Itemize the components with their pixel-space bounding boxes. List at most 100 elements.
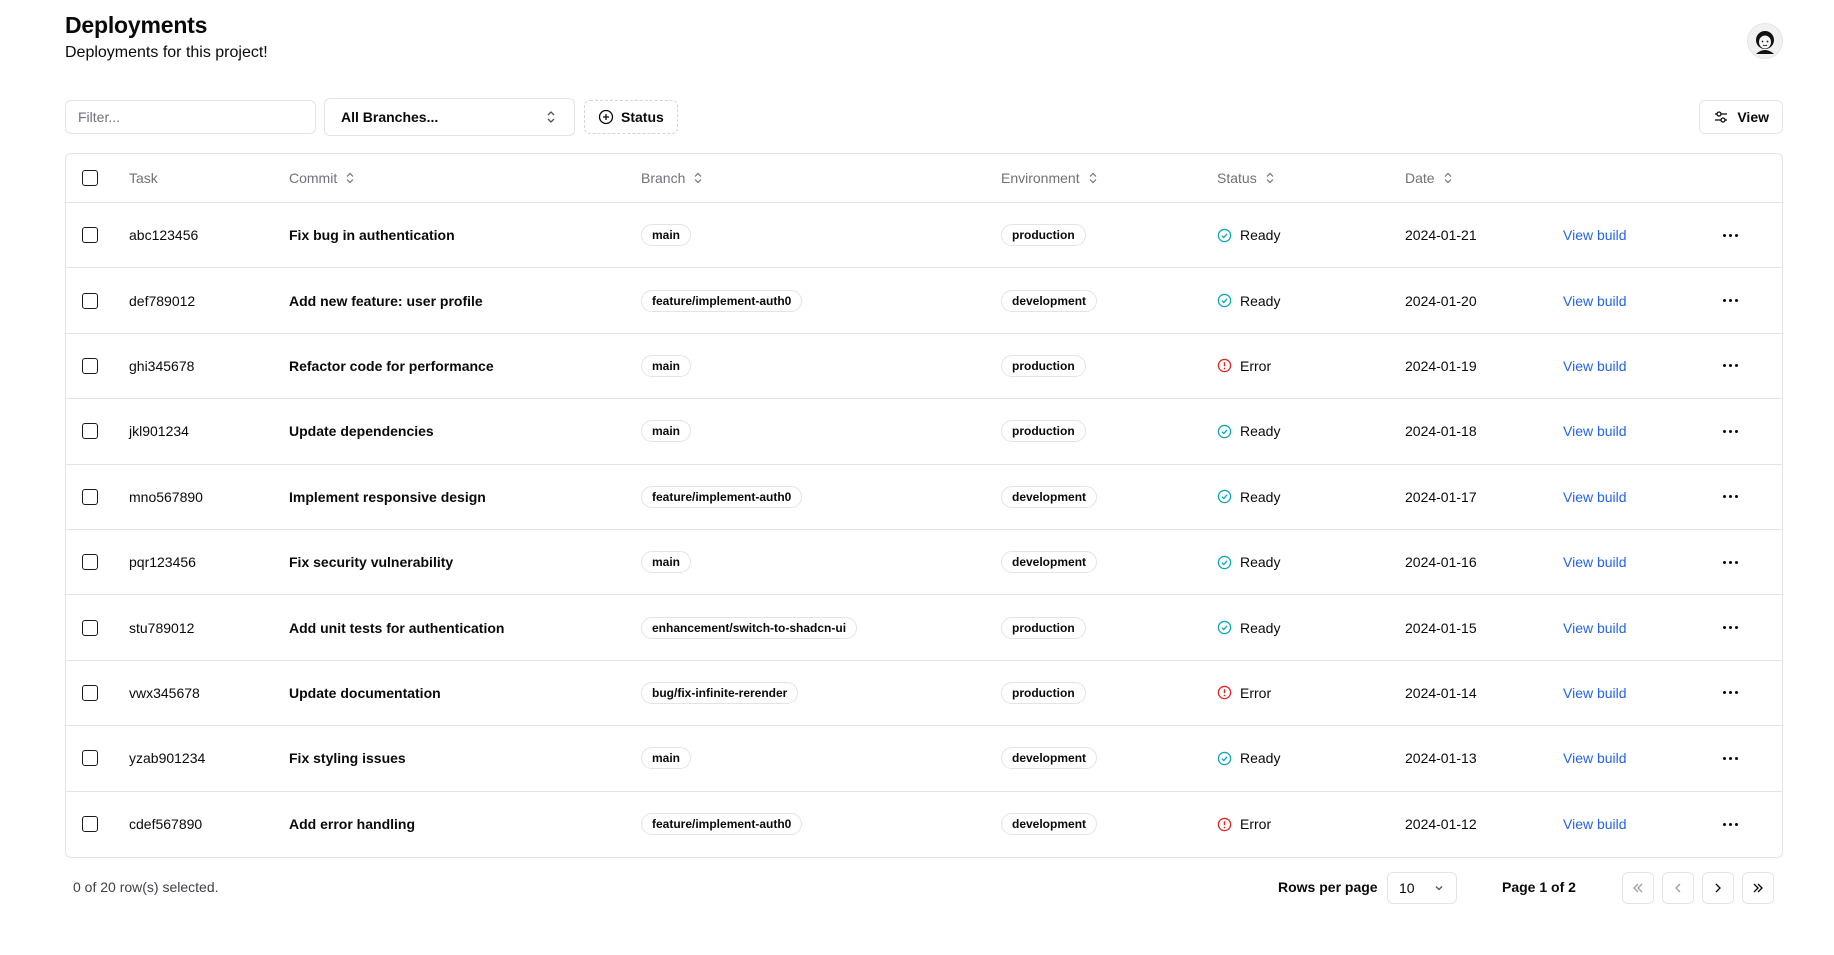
view-build-link[interactable]: View build bbox=[1563, 489, 1627, 505]
branch-badge: main bbox=[641, 747, 692, 770]
last-page-button[interactable] bbox=[1742, 872, 1774, 904]
view-build-link[interactable]: View build bbox=[1563, 358, 1627, 374]
alert-circle-icon bbox=[1217, 817, 1232, 832]
environment-cell: development bbox=[1001, 551, 1098, 574]
column-header-branch[interactable]: Branch bbox=[641, 170, 703, 186]
status-cell: Error bbox=[1217, 358, 1271, 374]
row-checkbox[interactable] bbox=[82, 684, 98, 701]
view-build-link[interactable]: View build bbox=[1563, 685, 1627, 701]
branch-badge: main bbox=[641, 354, 692, 377]
row-select-cell bbox=[82, 292, 98, 309]
row-actions-button[interactable] bbox=[1714, 616, 1746, 640]
row-select-cell bbox=[82, 750, 98, 767]
deploy-date: 2024-01-20 bbox=[1405, 292, 1477, 309]
check-circle-icon bbox=[1217, 620, 1232, 635]
sort-icon bbox=[1089, 172, 1097, 184]
environment-cell: development bbox=[1001, 747, 1098, 770]
commit-message: Fix security vulnerability bbox=[289, 554, 454, 571]
environment-badge: development bbox=[1001, 485, 1098, 508]
filter-input[interactable] bbox=[65, 100, 316, 134]
rows-per-page-value: 10 bbox=[1399, 880, 1415, 896]
next-page-button[interactable] bbox=[1702, 872, 1734, 904]
row-actions-button[interactable] bbox=[1714, 223, 1746, 247]
alert-circle-icon bbox=[1217, 358, 1232, 373]
task-id: yzab901234 bbox=[129, 750, 206, 767]
row-checkbox[interactable] bbox=[82, 816, 98, 833]
status-label: Ready bbox=[1240, 619, 1281, 636]
rows-per-page-select[interactable]: 10 bbox=[1387, 872, 1457, 904]
status-cell: Ready bbox=[1217, 554, 1280, 570]
view-build-link[interactable]: View build bbox=[1563, 554, 1627, 570]
view-build-link[interactable]: View build bbox=[1563, 293, 1627, 309]
row-actions-button[interactable] bbox=[1714, 746, 1746, 770]
environment-badge: development bbox=[1001, 747, 1098, 770]
row-checkbox[interactable] bbox=[82, 619, 98, 636]
row-select-cell bbox=[82, 488, 98, 505]
check-circle-icon bbox=[1217, 489, 1232, 504]
more-horizontal-icon bbox=[1714, 223, 1746, 247]
branch-cell: feature/implement-auth0 bbox=[641, 289, 803, 312]
column-header-date[interactable]: Date bbox=[1405, 170, 1453, 186]
row-checkbox[interactable] bbox=[82, 554, 98, 571]
chevrons-left-icon bbox=[1633, 883, 1643, 893]
column-header-label: Status bbox=[1217, 170, 1257, 186]
row-checkbox[interactable] bbox=[82, 292, 98, 309]
row-select-cell bbox=[82, 816, 98, 833]
page: Deployments Deployments for this project… bbox=[65, 0, 1783, 904]
view-build-link[interactable]: View build bbox=[1563, 750, 1627, 766]
row-checkbox[interactable] bbox=[82, 227, 98, 244]
more-horizontal-icon bbox=[1714, 681, 1746, 705]
select-all-checkbox[interactable] bbox=[82, 170, 98, 186]
row-actions-button[interactable] bbox=[1714, 419, 1746, 443]
view-build-link[interactable]: View build bbox=[1563, 227, 1627, 243]
column-header-status[interactable]: Status bbox=[1217, 170, 1275, 186]
first-page-button[interactable] bbox=[1622, 872, 1654, 904]
row-actions-button[interactable] bbox=[1714, 681, 1746, 705]
chevron-down-icon bbox=[1435, 886, 1443, 891]
status-cell: Error bbox=[1217, 685, 1271, 701]
row-actions-button[interactable] bbox=[1714, 550, 1746, 574]
table-row: vwx345678 Update documentation bug/fix-inf… bbox=[66, 661, 1782, 727]
column-header-label: Date bbox=[1405, 170, 1435, 186]
row-checkbox[interactable] bbox=[82, 357, 98, 374]
row-checkbox[interactable] bbox=[82, 488, 98, 505]
task-id: abc123456 bbox=[129, 227, 199, 244]
row-checkbox[interactable] bbox=[82, 750, 98, 767]
row-actions-button[interactable] bbox=[1714, 354, 1746, 378]
row-checkbox[interactable] bbox=[82, 423, 98, 440]
task-id: mno567890 bbox=[129, 488, 203, 505]
row-actions-button[interactable] bbox=[1714, 289, 1746, 313]
view-build-link[interactable]: View build bbox=[1563, 816, 1627, 832]
column-header-environment[interactable]: Environment bbox=[1001, 170, 1098, 186]
deploy-date: 2024-01-17 bbox=[1405, 488, 1477, 505]
column-header-commit[interactable]: Commit bbox=[289, 170, 355, 186]
row-select-cell bbox=[82, 357, 98, 374]
view-build-link[interactable]: View build bbox=[1563, 423, 1627, 439]
environment-badge: production bbox=[1001, 681, 1086, 704]
more-horizontal-icon bbox=[1714, 550, 1746, 574]
status-filter-button[interactable]: Status bbox=[584, 100, 678, 134]
commit-message: Fix bug in authentication bbox=[289, 227, 455, 244]
commit-message: Add unit tests for authentication bbox=[289, 619, 505, 636]
table-row: jkl901234 Update dependencies main producti… bbox=[66, 399, 1782, 465]
environment-cell: production bbox=[1001, 354, 1086, 377]
page-indicator: Page 1 of 2 bbox=[1502, 879, 1576, 895]
task-id: jkl901234 bbox=[129, 423, 189, 440]
row-actions-button[interactable] bbox=[1714, 812, 1746, 836]
avatar[interactable] bbox=[1747, 23, 1783, 59]
branch-badge: feature/implement-auth0 bbox=[641, 813, 803, 836]
status-label: Error bbox=[1240, 357, 1272, 374]
branch-badge: enhancement/switch-to-shadcn-ui bbox=[641, 616, 858, 639]
chevrons-right-icon bbox=[1753, 883, 1763, 893]
view-build-link[interactable]: View build bbox=[1563, 620, 1627, 636]
previous-page-button[interactable] bbox=[1662, 872, 1694, 904]
branch-select-label: All Branches... bbox=[341, 109, 439, 125]
more-horizontal-icon bbox=[1714, 289, 1746, 313]
status-label: Ready bbox=[1240, 750, 1281, 767]
branch-select[interactable]: All Branches... bbox=[324, 98, 575, 136]
view-options-button[interactable]: View bbox=[1699, 100, 1783, 134]
table-row: abc123456 Fix bug in authentication main pr… bbox=[66, 203, 1782, 269]
row-actions-button[interactable] bbox=[1714, 485, 1746, 509]
branch-cell: feature/implement-auth0 bbox=[641, 485, 803, 508]
status-label: Error bbox=[1240, 816, 1272, 833]
